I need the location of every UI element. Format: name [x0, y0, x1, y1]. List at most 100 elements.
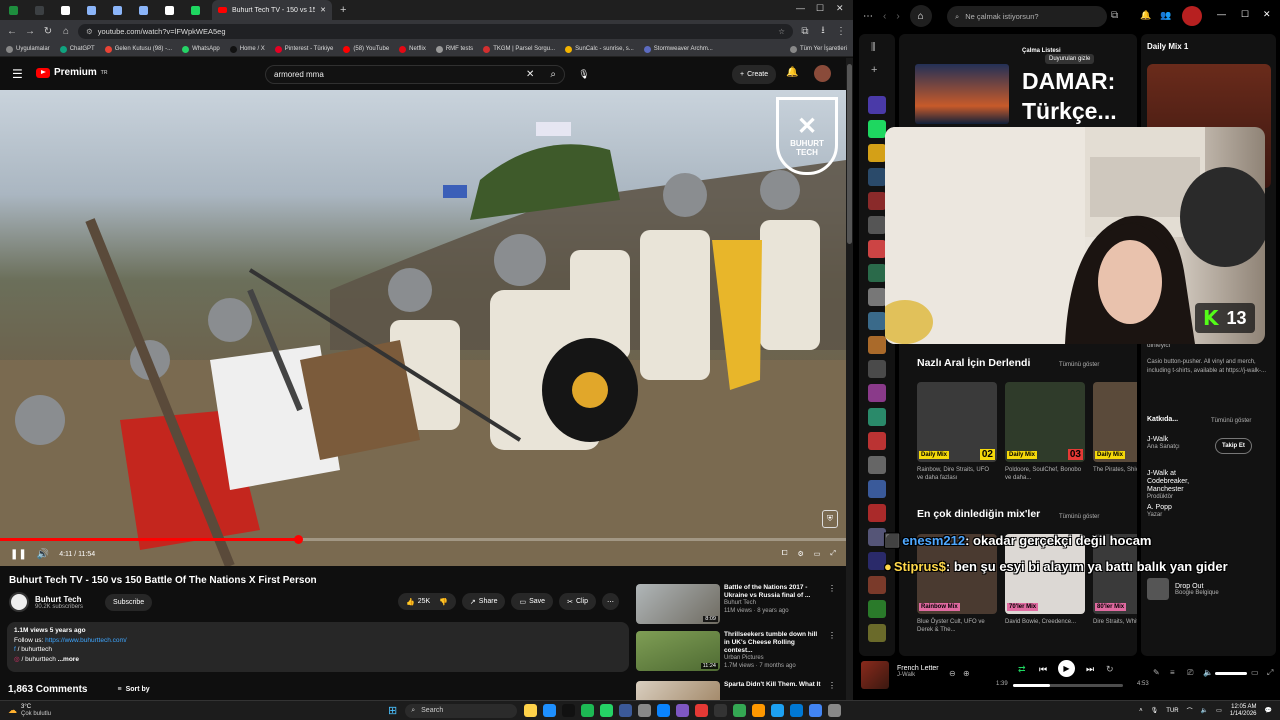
hamburger-menu-icon[interactable]: ☰: [12, 67, 23, 81]
playlist-title[interactable]: DAMAR: Türkçe...: [1022, 66, 1134, 126]
page-scrollbar[interactable]: [846, 58, 853, 700]
recommendation-1[interactable]: 8:09 Battle of the Nations 2017 - Ukrain…: [636, 584, 836, 624]
browse-icon[interactable]: ⧉: [1111, 10, 1118, 21]
notifications-bell-icon[interactable]: 🔔: [1140, 10, 1151, 21]
taskbar-app-icon[interactable]: [619, 704, 633, 717]
forward-button[interactable]: →: [24, 26, 36, 37]
taskbar-app-icon[interactable]: [790, 704, 804, 717]
subtitles-icon[interactable]: ⧠: [782, 550, 788, 558]
playlist-cover[interactable]: [915, 64, 1009, 124]
library-item-cover[interactable]: [868, 288, 886, 306]
fullscreen-icon[interactable]: ⤢: [1267, 668, 1273, 678]
library-item-cover[interactable]: [868, 192, 886, 210]
battery-icon[interactable]: ▭: [1216, 707, 1222, 714]
queue-icon[interactable]: ≡: [1170, 668, 1175, 677]
bookmark-item[interactable]: Uygulamalar: [6, 45, 50, 53]
clock[interactable]: 12:05 AM 1/14/2026: [1230, 704, 1257, 718]
section-title[interactable]: En çok dinlediğin mix'ler: [917, 508, 1040, 520]
taskbar-app-icon[interactable]: [771, 704, 785, 717]
next-icon[interactable]: ⏭: [1086, 664, 1094, 675]
repeat-icon[interactable]: ↻: [1106, 664, 1114, 675]
recommendation-3[interactable]: Sparta Didn't Kill Them. What It ⋮: [636, 681, 836, 700]
mix-card[interactable]: Daily Mix 03 Poldoore, SoulChef, Bonobo ve…: [1005, 382, 1085, 482]
recommendation-thumbnail[interactable]: 8:09: [636, 584, 720, 624]
recommendation-thumbnail[interactable]: [636, 681, 720, 700]
channel-name[interactable]: Buhurt Tech: [35, 595, 83, 604]
pinned-tab[interactable]: [26, 0, 52, 20]
library-item-cover[interactable]: [868, 312, 886, 330]
library-item-cover[interactable]: [868, 456, 886, 474]
menu-icon[interactable]: ⋮: [835, 26, 847, 37]
mix-cover[interactable]: Daily Mix: [1093, 382, 1137, 462]
description-box[interactable]: 1.1M views 5 years ago Follow us: https:…: [7, 622, 629, 672]
create-button[interactable]: + Create: [732, 65, 777, 84]
library-item-cover[interactable]: [868, 360, 886, 378]
spotify-menu-icon[interactable]: ⋯: [863, 11, 873, 22]
recommendation-title[interactable]: Thrillseekers tumble down hill in UK's C…: [724, 631, 824, 655]
network-icon[interactable]: ⌒: [1187, 706, 1193, 715]
library-item-cover[interactable]: [868, 624, 886, 642]
home-icon[interactable]: ⌂: [60, 26, 72, 37]
speaker-icon[interactable]: 🔈: [1201, 707, 1208, 714]
like-dislike-button[interactable]: 👍 25K 👎: [398, 593, 456, 610]
next-in-queue[interactable]: Drop Out Boogie Belgique: [1147, 574, 1271, 604]
section-title[interactable]: Nazlı Aral İçin Derlendi: [917, 357, 1030, 369]
pinned-tab[interactable]: [182, 0, 208, 20]
minimize-button[interactable]: —: [796, 3, 805, 13]
playback-progress[interactable]: [1013, 684, 1123, 687]
mix-cover[interactable]: Daily Mix 02: [917, 382, 997, 462]
taskbar-app-icon[interactable]: [809, 704, 823, 717]
add-to-playlist-icon[interactable]: ⊕: [963, 669, 970, 678]
mix-card[interactable]: Rainbow Mix Blue Öyster Cult, UFO ve Dere…: [917, 534, 997, 634]
library-item-cover[interactable]: [868, 432, 886, 450]
recommendation-menu-icon[interactable]: ⋮: [828, 584, 836, 624]
more-actions-button[interactable]: ⋯: [602, 593, 619, 610]
search-input[interactable]: armored mma ✕ ⌕: [265, 65, 565, 84]
library-item-cover[interactable]: [868, 504, 886, 522]
back-arrow-icon[interactable]: ‹: [883, 11, 886, 22]
bookmark-item[interactable]: Netflix: [399, 45, 426, 53]
devices-icon[interactable]: ⎚: [1187, 668, 1193, 678]
taskbar-app-icon[interactable]: [638, 704, 652, 717]
mini-player-icon[interactable]: ▭: [1251, 668, 1259, 677]
volume-icon[interactable]: 🔊: [37, 549, 49, 560]
bookmark-item[interactable]: ChatGPT: [59, 45, 95, 53]
close-tab-icon[interactable]: ✕: [320, 6, 326, 14]
mix-card[interactable]: Daily Mix 02 Rainbow, Dire Straits, UFO ve…: [917, 382, 997, 482]
bookmark-item[interactable]: Tüm Yer İşaretleri: [789, 45, 847, 53]
library-item-cover[interactable]: [868, 96, 886, 114]
library-item-cover[interactable]: [868, 144, 886, 162]
microphone-tray-icon[interactable]: 🎙: [1151, 707, 1159, 714]
share-button[interactable]: ↗ Share: [461, 593, 506, 610]
taskbar-app-icon[interactable]: [543, 704, 557, 717]
channel-branding-icon[interactable]: ⛨: [822, 510, 838, 528]
bookmark-item[interactable]: (58) YouTube: [343, 45, 389, 53]
remove-icon[interactable]: ⊖: [949, 669, 956, 678]
social-link-2[interactable]: ◎ / buhurttech ...more: [14, 655, 622, 665]
maximize-button[interactable]: ☐: [1241, 9, 1249, 20]
mix-card[interactable]: Daily Mix The Pirates, Shivaree: [1093, 382, 1137, 474]
extensions-icon[interactable]: ⧉: [799, 26, 811, 37]
volume-slider[interactable]: [1215, 672, 1247, 675]
recommendation-menu-icon[interactable]: ⋮: [828, 631, 836, 671]
shuffle-icon[interactable]: ⇄: [1018, 664, 1026, 675]
pinned-tab[interactable]: [0, 0, 26, 20]
recommendation-title[interactable]: Sparta Didn't Kill Them. What It: [724, 681, 824, 689]
maximize-button[interactable]: ☐: [816, 3, 824, 14]
library-item-cover[interactable]: [868, 576, 886, 594]
microphone-icon[interactable]: 🎙: [576, 66, 592, 82]
home-icon[interactable]: ⌂: [909, 5, 932, 27]
tab-active[interactable]: Buhurt Tech TV - 150 vs 15 ✕: [212, 0, 332, 20]
clip-button[interactable]: ✂ Clip: [559, 593, 596, 610]
track-cover[interactable]: [861, 661, 889, 689]
bookmark-item[interactable]: RMF tests: [435, 45, 473, 53]
minimize-button[interactable]: —: [1217, 9, 1226, 19]
library-item-cover[interactable]: [868, 480, 886, 498]
taskbar-app-icon[interactable]: [524, 704, 538, 717]
start-button-icon[interactable]: ⊞: [388, 704, 397, 717]
credit-item[interactable]: J-Walk Ana Sanatçı: [1147, 436, 1211, 450]
weather-widget[interactable]: ☁ 3°C Çok bulutlu: [0, 704, 120, 718]
pinned-tab[interactable]: [130, 0, 156, 20]
library-item-cover[interactable]: [868, 336, 886, 354]
clear-search-icon[interactable]: ✕: [526, 69, 534, 80]
